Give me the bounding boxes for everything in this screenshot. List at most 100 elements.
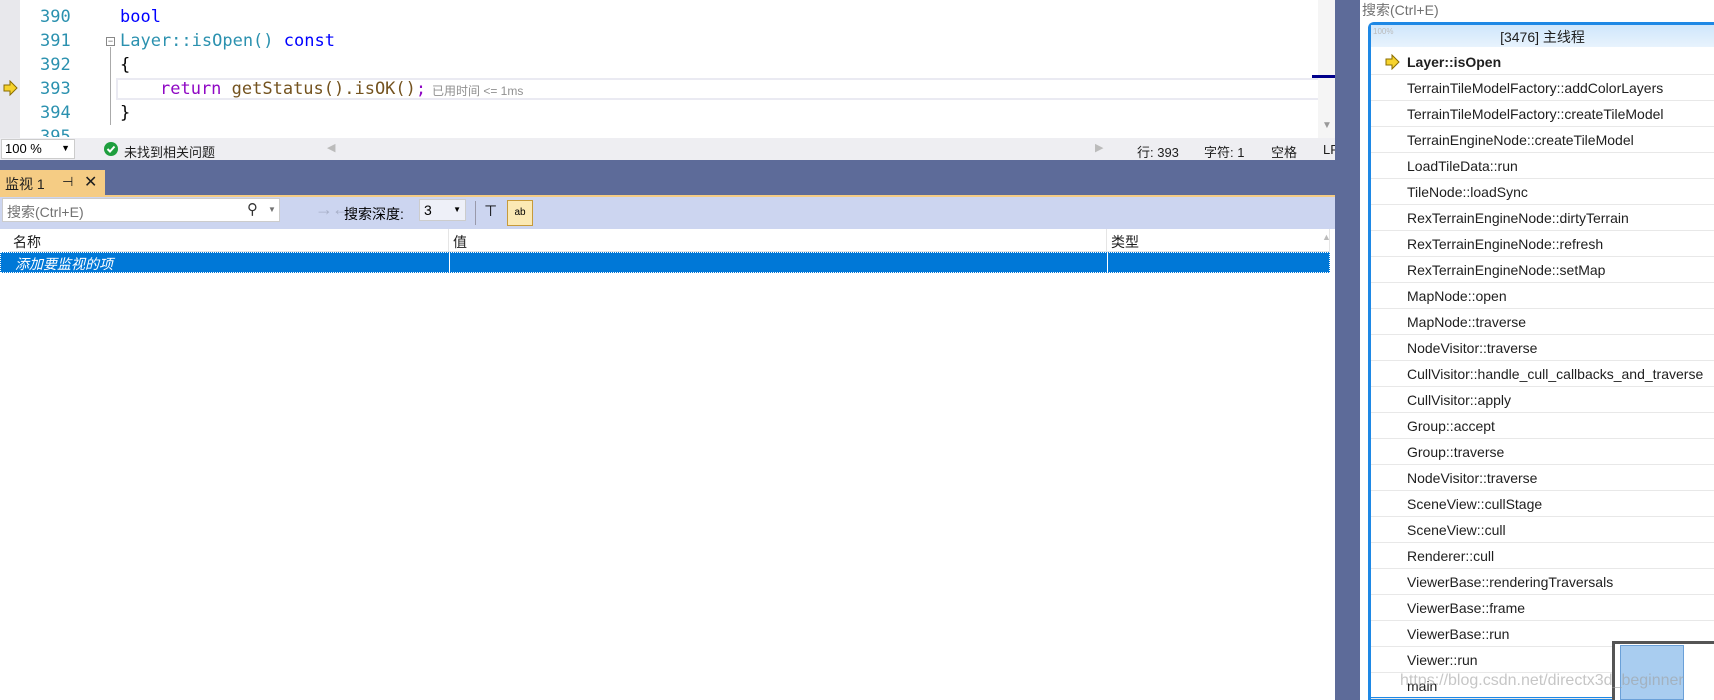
stack-frame[interactable]: CullVisitor::handle_cull_callbacks_and_t… xyxy=(1371,361,1714,387)
thread-header[interactable]: [3476] 主线程 100% xyxy=(1371,25,1714,47)
collapse-icon[interactable]: − xyxy=(106,37,115,46)
close-icon[interactable]: ✕ xyxy=(84,172,97,192)
current-frame-arrow-icon xyxy=(1385,54,1400,70)
issues-status[interactable]: 未找到相关问题 xyxy=(124,142,215,161)
frame-label: Renderer::cull xyxy=(1407,548,1495,564)
forward-arrow-icon[interactable]: → xyxy=(315,199,333,220)
scroll-right-icon[interactable]: ▶ xyxy=(1095,141,1103,154)
line-indicator[interactable]: 行: 393 xyxy=(1137,142,1179,161)
frame-label: NodeVisitor::traverse xyxy=(1407,470,1538,486)
separator xyxy=(475,201,476,225)
column-header-name[interactable]: 名称 xyxy=(9,229,449,252)
frame-label: RexTerrainEngineNode::setMap xyxy=(1407,262,1606,278)
callstack-search-input[interactable]: 搜索(Ctrl+E) xyxy=(1362,0,1714,18)
tab-watch-1[interactable]: 监视 1 ⊣ ✕ xyxy=(0,170,105,195)
stack-frame[interactable]: RexTerrainEngineNode::refresh xyxy=(1371,231,1714,257)
frame-label: Layer::isOpen xyxy=(1407,54,1502,70)
frame-label: LoadTileData::run xyxy=(1407,158,1518,174)
frame-label: MapNode::open xyxy=(1407,288,1507,304)
watch-search-input[interactable]: 搜索(Ctrl+E) ⚲ ▼ xyxy=(2,198,280,222)
add-watch-row[interactable]: 添加要监视的项 xyxy=(0,252,1330,273)
stack-frame[interactable]: TerrainTileModelFactory::addColorLayers xyxy=(1371,75,1714,101)
stack-frame[interactable]: RexTerrainEngineNode::dirtyTerrain xyxy=(1371,205,1714,231)
stack-frame[interactable]: RexTerrainEngineNode::setMap xyxy=(1371,257,1714,283)
frame-label: ViewerBase::frame xyxy=(1407,600,1526,616)
frame-label: SceneView::cull xyxy=(1407,522,1506,538)
frame-label: RexTerrainEngineNode::dirtyTerrain xyxy=(1407,210,1629,226)
stack-frame[interactable]: LoadTileData::run xyxy=(1371,153,1714,179)
perf-tip: 已用时间 <= 1ms xyxy=(432,84,524,98)
scroll-up-icon[interactable]: ▲ xyxy=(1322,232,1331,242)
stack-frame[interactable]: SceneView::cull xyxy=(1371,517,1714,543)
stack-frame[interactable]: Renderer::cull xyxy=(1371,543,1714,569)
watch-grid xyxy=(0,229,1335,700)
tab-label: 监视 1 xyxy=(5,176,45,192)
splitter[interactable] xyxy=(1335,0,1360,700)
hex-display-button[interactable]: ab xyxy=(507,200,533,226)
frame-label: MapNode::traverse xyxy=(1407,314,1527,330)
frame-label: RexTerrainEngineNode::refresh xyxy=(1407,236,1604,252)
search-depth-dropdown[interactable]: 3 ▼ xyxy=(419,199,466,221)
frame-label: TileNode::loadSync xyxy=(1407,184,1528,200)
column-header-type[interactable]: 类型 xyxy=(1107,229,1330,252)
code-line: Layer::isOpen() const xyxy=(120,31,335,51)
stack-frame[interactable]: ViewerBase::frame xyxy=(1371,595,1714,621)
stack-frame[interactable]: TileNode::loadSync xyxy=(1371,179,1714,205)
code-line: bool xyxy=(120,7,161,27)
watermark: https://blog.csdn.net/directx3d_beginner xyxy=(1400,672,1684,689)
scroll-left-icon[interactable]: ◀ xyxy=(327,141,335,154)
frame-label: SceneView::cullStage xyxy=(1407,496,1543,512)
stack-frame[interactable]: Group::accept xyxy=(1371,413,1714,439)
line-number: 395 xyxy=(40,127,71,137)
stack-frame[interactable]: Layer::isOpen xyxy=(1371,49,1714,75)
scroll-down-icon[interactable]: ▼ xyxy=(1322,120,1332,131)
frame-label: Group::accept xyxy=(1407,418,1495,434)
search-icon[interactable]: ⚲ xyxy=(247,200,258,218)
line-number: 394 xyxy=(40,103,71,123)
column-header-value[interactable]: 值 xyxy=(449,229,1107,252)
depth-value: 3 xyxy=(424,202,432,218)
breakpoint-gutter[interactable] xyxy=(0,0,20,138)
chevron-down-icon: ▼ xyxy=(61,143,70,153)
stack-frame[interactable]: NodeVisitor::traverse xyxy=(1371,335,1714,361)
chevron-down-icon: ▼ xyxy=(453,205,461,214)
line-number: 392 xyxy=(40,55,71,75)
current-statement-arrow-icon xyxy=(3,80,18,96)
code-line: return getStatus().isOK(); xyxy=(160,79,427,99)
scroll-marker xyxy=(1312,75,1335,78)
add-watch-placeholder: 添加要监视的项 xyxy=(15,256,113,272)
stack-frame[interactable]: TerrainTileModelFactory::createTileModel xyxy=(1371,101,1714,127)
char-indicator[interactable]: 字符: 1 xyxy=(1204,142,1244,161)
frame-label: ViewerBase::renderingTraversals xyxy=(1407,574,1614,590)
search-placeholder: 搜索(Ctrl+E) xyxy=(1362,2,1439,18)
stack-frame[interactable]: CullVisitor::apply xyxy=(1371,387,1714,413)
editor-scrollbar[interactable]: ▼ xyxy=(1312,0,1335,138)
code-line: { xyxy=(120,55,131,75)
stack-frame[interactable]: ViewerBase::renderingTraversals xyxy=(1371,569,1714,595)
code-editor[interactable] xyxy=(0,0,1335,138)
stack-frame[interactable]: MapNode::open xyxy=(1371,283,1714,309)
frame-label: Viewer::run xyxy=(1407,652,1478,668)
stack-frame[interactable]: NodeVisitor::traverse xyxy=(1371,465,1714,491)
check-circle-icon xyxy=(104,142,118,156)
frame-label: NodeVisitor::traverse xyxy=(1407,340,1538,356)
stack-frame[interactable]: SceneView::cullStage xyxy=(1371,491,1714,517)
zoom-hint: 100% xyxy=(1373,27,1394,36)
frame-label: Group::traverse xyxy=(1407,444,1505,460)
chevron-down-icon[interactable]: ▼ xyxy=(268,205,276,214)
filter-pin-icon[interactable]: ⊤ xyxy=(484,202,497,220)
zoom-dropdown[interactable]: 100 % ▼ xyxy=(1,139,75,159)
line-number: 393 xyxy=(40,79,71,99)
pin-icon[interactable]: ⊣ xyxy=(62,174,73,190)
frame-label: ViewerBase::run xyxy=(1407,626,1510,642)
search-placeholder: 搜索(Ctrl+E) xyxy=(7,204,84,220)
whitespace-indicator[interactable]: 空格 xyxy=(1271,142,1297,161)
stack-frame[interactable]: MapNode::traverse xyxy=(1371,309,1714,335)
stack-frame[interactable]: TerrainEngineNode::createTileModel xyxy=(1371,127,1714,153)
frame-label: TerrainEngineNode::createTileModel xyxy=(1407,132,1634,148)
frame-label: CullVisitor::handle_cull_callbacks_and_t… xyxy=(1407,366,1704,382)
stack-frame[interactable]: Group::traverse xyxy=(1371,439,1714,465)
outline-guide xyxy=(110,47,111,125)
watch-panel-titlebar: ▼ xyxy=(0,160,1360,195)
frame-label: TerrainTileModelFactory::createTileModel xyxy=(1407,106,1664,122)
